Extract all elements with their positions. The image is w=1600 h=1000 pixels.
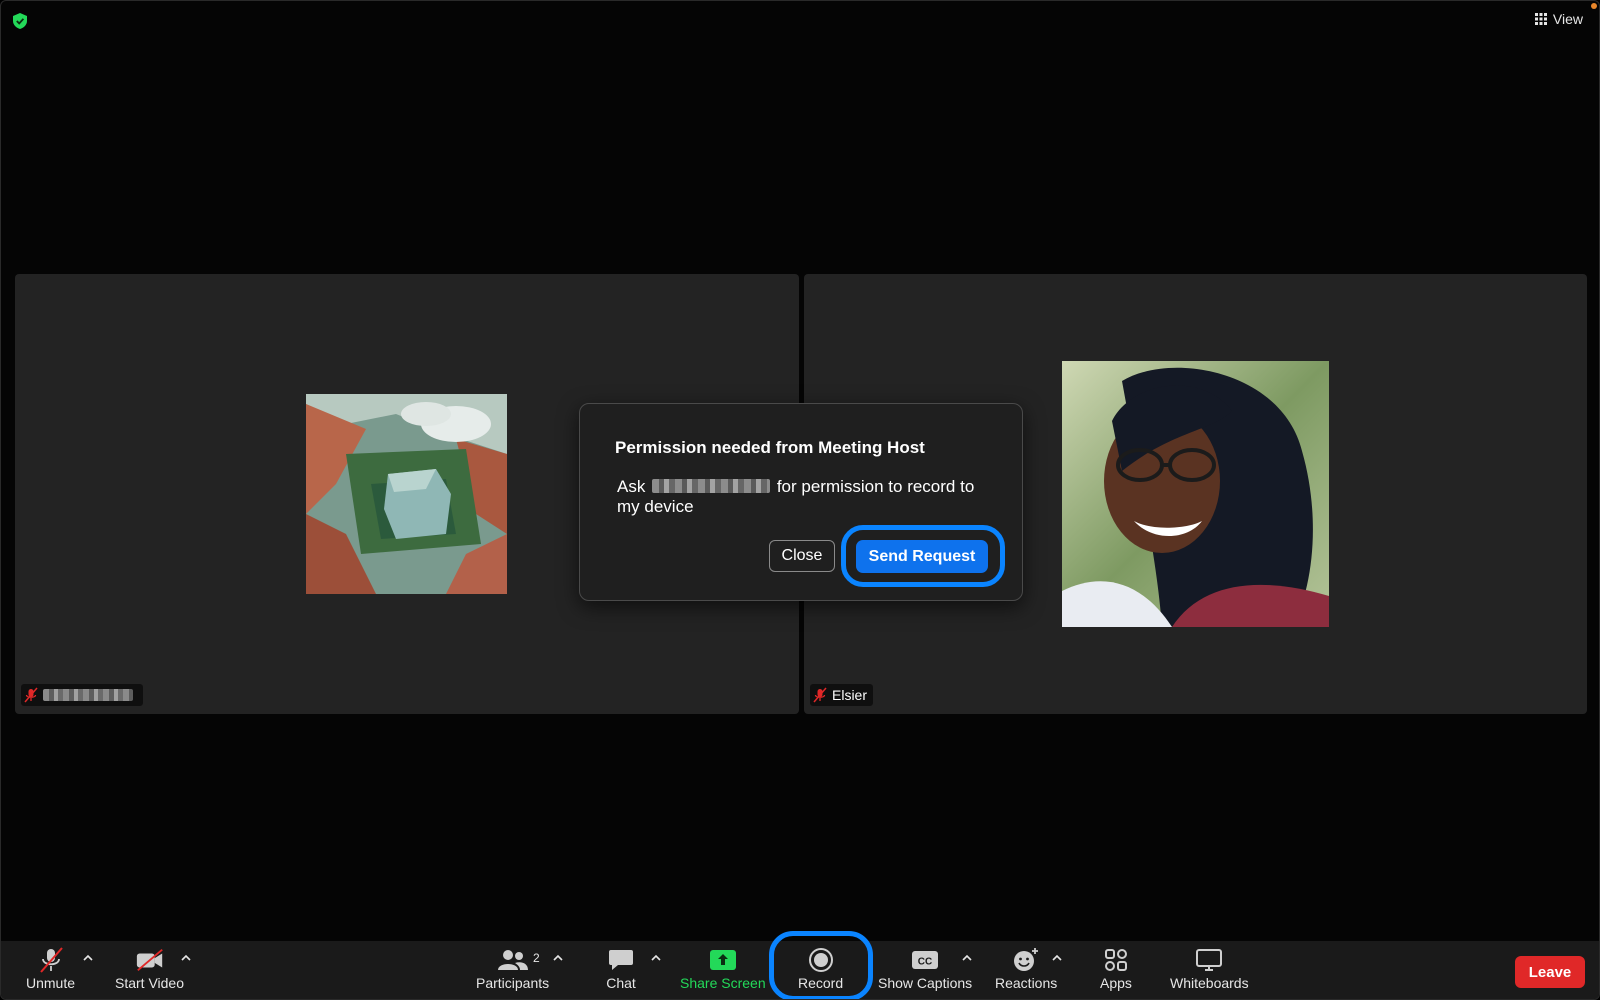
- share-screen-button[interactable]: Share Screen: [680, 947, 766, 991]
- record-highlight: [769, 931, 873, 999]
- muted-mic-icon: [39, 947, 63, 973]
- dialog-title: Permission needed from Meeting Host: [615, 438, 925, 457]
- start-video-button[interactable]: Start Video: [115, 947, 184, 991]
- reactions-icon: [1014, 948, 1039, 971]
- close-button[interactable]: Close: [769, 540, 835, 572]
- participants-icon: [497, 950, 528, 970]
- reactions-label: Reactions: [995, 975, 1058, 991]
- show-captions-button[interactable]: CC Show Captions: [878, 947, 972, 991]
- video-off-icon: [136, 948, 163, 972]
- permission-dialog: Permission needed from Meeting Host Ask …: [579, 403, 1023, 601]
- chat-label: Chat: [606, 975, 636, 991]
- participant-avatar-landscape: [306, 394, 507, 594]
- view-label: View: [1552, 11, 1583, 27]
- whiteboard-icon: [1196, 949, 1223, 971]
- redacted-participant-name: [43, 689, 133, 701]
- participant-name-tag: [21, 684, 143, 706]
- apps-label: Apps: [1100, 975, 1132, 991]
- unmute-label: Unmute: [26, 975, 76, 991]
- participant-avatar-photo: [1062, 361, 1329, 627]
- participants-options-caret-icon[interactable]: [553, 953, 563, 963]
- shield-check-icon[interactable]: [13, 13, 27, 29]
- apps-icon: [1104, 949, 1127, 971]
- participant-name-tag: Elsier: [810, 684, 874, 706]
- dialog-message-prefix: Ask: [617, 477, 646, 496]
- chat-button[interactable]: Chat: [606, 947, 636, 991]
- unmute-button[interactable]: Unmute: [26, 947, 75, 991]
- svg-text:CC: CC: [918, 957, 932, 968]
- whiteboards-button[interactable]: Whiteboards: [1170, 947, 1249, 991]
- show-captions-label: Show Captions: [878, 975, 973, 991]
- grid-icon: [1534, 13, 1547, 25]
- apps-button[interactable]: Apps: [1100, 947, 1132, 991]
- reactions-button[interactable]: Reactions: [995, 947, 1057, 991]
- share-screen-label: Share Screen: [680, 975, 766, 991]
- chat-icon: [609, 950, 633, 970]
- participant-name: Elsier: [832, 687, 868, 703]
- audio-options-caret-icon[interactable]: [83, 953, 93, 963]
- share-screen-icon: [709, 950, 736, 970]
- muted-mic-icon: [24, 687, 38, 703]
- muted-mic-icon: [813, 687, 827, 703]
- start-video-label: Start Video: [115, 975, 185, 991]
- whiteboards-label: Whiteboards: [1170, 975, 1249, 991]
- redacted-host-name: [652, 479, 771, 493]
- send-request-button[interactable]: Send Request: [856, 540, 988, 573]
- participants-count: 2: [533, 951, 540, 965]
- view-button[interactable]: View: [1534, 11, 1583, 27]
- participants-label: Participants: [476, 975, 550, 991]
- notification-dot: [1591, 3, 1597, 9]
- chat-options-caret-icon[interactable]: [651, 953, 661, 963]
- captions-options-caret-icon[interactable]: [962, 953, 972, 963]
- closed-captions-icon: CC: [912, 951, 939, 969]
- video-options-caret-icon[interactable]: [181, 953, 191, 963]
- reactions-options-caret-icon[interactable]: [1052, 953, 1062, 963]
- leave-button[interactable]: Leave: [1515, 956, 1585, 988]
- dialog-message: Ask for permission to record to my devic…: [617, 477, 997, 517]
- zoom-meeting-window: View Elsier Permission needed from Meeti…: [0, 0, 1600, 1000]
